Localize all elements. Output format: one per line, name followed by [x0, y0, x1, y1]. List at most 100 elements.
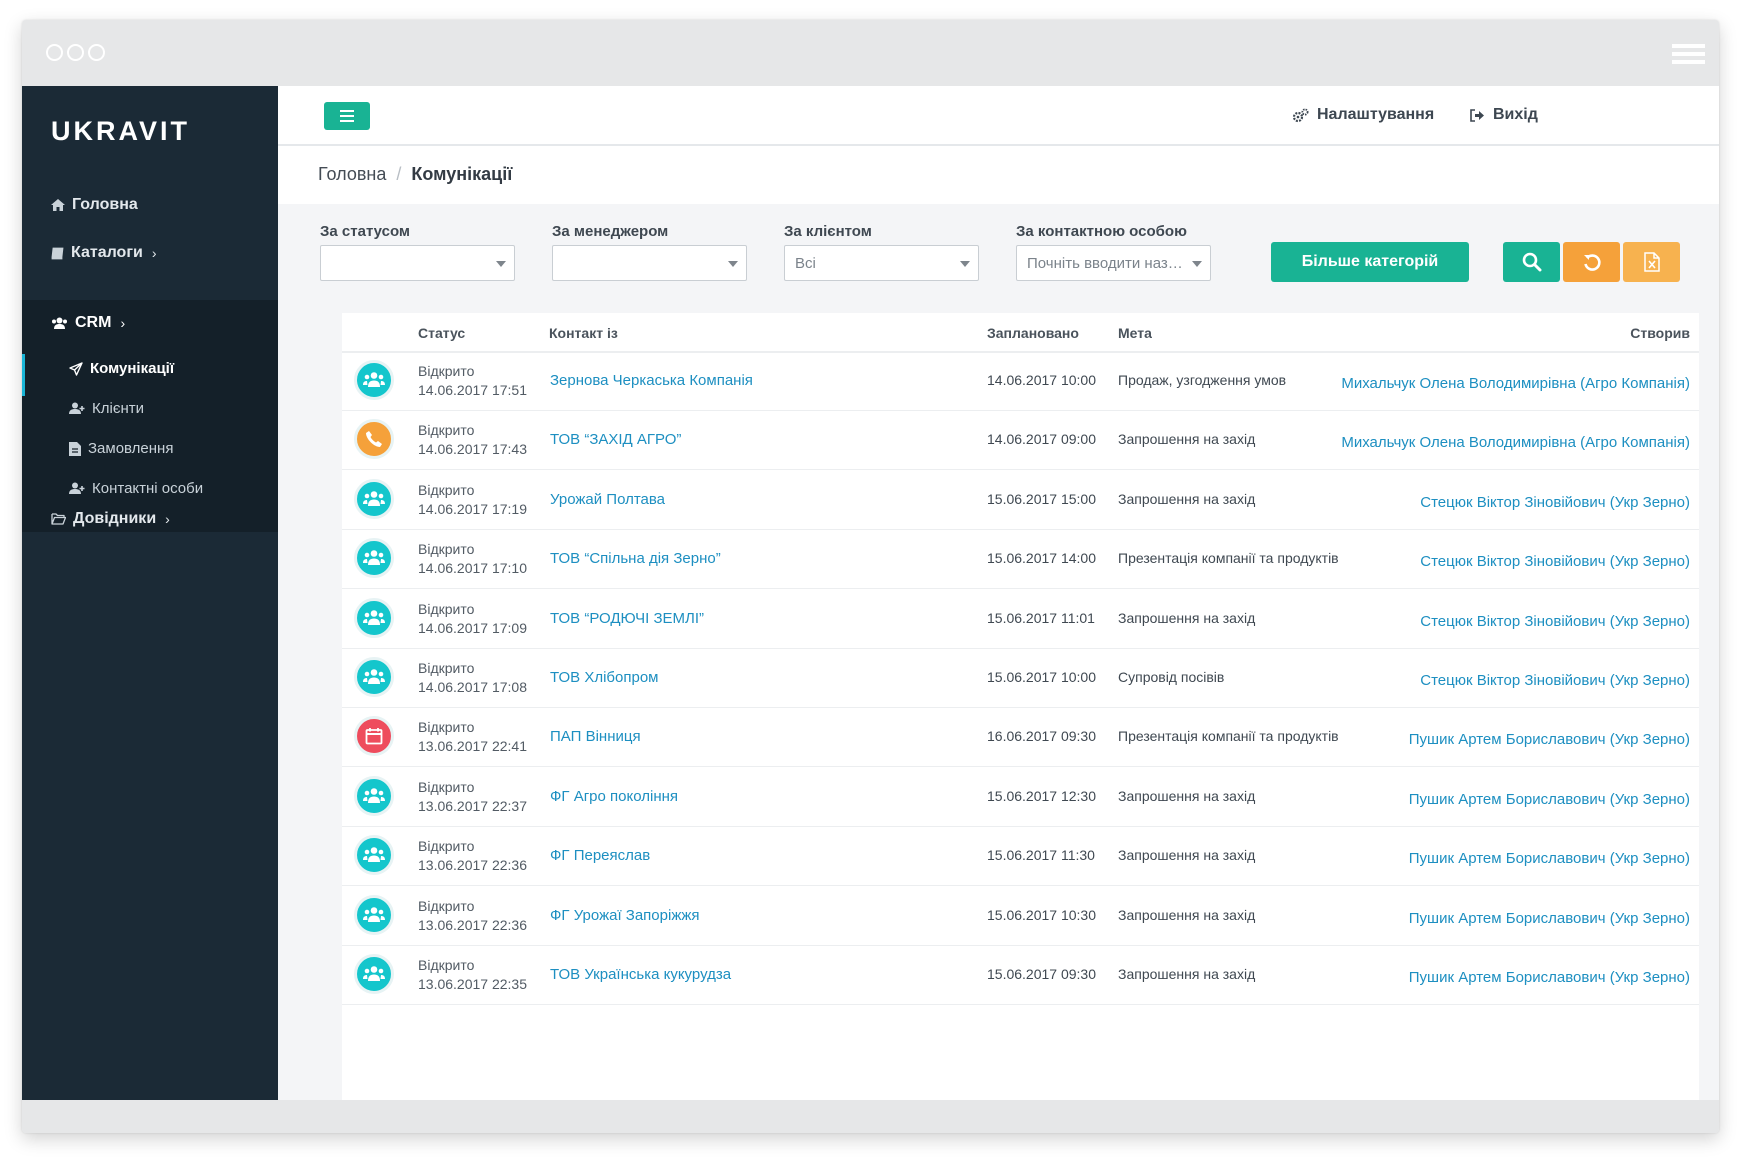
sidebar-item-references[interactable]: Довідники ›	[51, 510, 170, 528]
creator-link[interactable]: Пушик Артем Бориславович (Укр Зерно)	[1409, 969, 1690, 986]
group-icon	[354, 597, 394, 638]
table-row[interactable]: Відкрито 14.06.2017 17:08 ТОВ Хлібопром 15.…	[342, 648, 1699, 708]
browser-window: UKRAVIT Головна Каталоги › CRM › Комунік…	[22, 20, 1719, 1133]
planned-datetime: 15.06.2017 15:00	[987, 490, 1096, 507]
created-datetime: 13.06.2017 22:41	[418, 738, 527, 755]
phone-icon	[354, 419, 394, 460]
table-row[interactable]: Відкрито 13.06.2017 22:36 ФГ Переяслав 15.0…	[342, 826, 1699, 887]
sidebar-item-clients[interactable]: Клієнти	[69, 400, 144, 417]
contact-link[interactable]: ТОВ Українська кукурудза	[550, 966, 731, 983]
table-row[interactable]: Відкрито 14.06.2017 17:51 Зернова Черкаськ…	[342, 351, 1699, 411]
goal-cell: Запрошення на захід	[1118, 490, 1256, 507]
contact-link[interactable]: ТОВ Хлібопром	[550, 669, 658, 686]
creator-link[interactable]: Стецюк Віктор Зіновійович (Укр Зерно)	[1420, 613, 1690, 630]
creator-link[interactable]: Стецюк Віктор Зіновійович (Укр Зерно)	[1420, 494, 1690, 511]
creator-link[interactable]: Стецюк Віктор Зіновійович (Укр Зерно)	[1420, 553, 1690, 570]
creator-link[interactable]: Стецюк Віктор Зіновійович (Укр Зерно)	[1420, 672, 1690, 689]
logout-link[interactable]: Вихід	[1470, 106, 1538, 124]
search-button[interactable]	[1503, 242, 1560, 282]
sidebar-item-communications[interactable]: Комунікації	[69, 360, 174, 377]
column-header-status[interactable]: Статус	[418, 325, 465, 341]
sidebar-item-crm[interactable]: CRM ›	[51, 314, 125, 332]
creator-link[interactable]: Михальчук Олена Володимирівна (Агро Комп…	[1341, 434, 1690, 451]
window-menu-icon[interactable]	[1672, 44, 1705, 68]
sidebar-item-contacts[interactable]: Контактні особи	[69, 480, 203, 497]
more-categories-button[interactable]: Більше категорій	[1271, 242, 1469, 282]
client-filter-select[interactable]: Всі	[784, 245, 979, 281]
page-title: Комунікації	[411, 164, 513, 184]
sidebar-item-home[interactable]: Головна	[51, 196, 138, 214]
created-datetime: 13.06.2017 22:37	[418, 797, 527, 814]
goal-cell: Запрошення на захід	[1118, 966, 1256, 982]
reset-button[interactable]	[1563, 242, 1620, 282]
goal-cell: Запрошення на захід	[1118, 431, 1256, 448]
contact-link[interactable]: Зернова Черкаська Компанія	[550, 372, 753, 389]
table-row[interactable]: Відкрито 14.06.2017 17:19 Урожай Полтава 15…	[342, 470, 1699, 530]
creator-link[interactable]: Пушик Артем Бориславович (Укр Зерно)	[1409, 910, 1690, 927]
sidebar-item-label: Клієнти	[92, 400, 145, 417]
created-datetime: 14.06.2017 17:51	[418, 382, 527, 398]
goal-cell: Презентація компанії та продуктів	[1118, 550, 1339, 567]
minimize-window-dot[interactable]	[67, 44, 84, 61]
communications-table: Статус Контакт із Заплановано Мета Створ…	[342, 313, 1699, 1133]
active-indicator	[22, 354, 25, 396]
export-excel-button[interactable]	[1623, 242, 1680, 282]
contact-link[interactable]: ТОВ “ЗАХІД АГРО”	[550, 431, 681, 448]
status-cell: Відкрито 14.06.2017 17:43	[418, 421, 527, 459]
contact-link[interactable]: ФГ Агро покоління	[550, 788, 678, 805]
table-row[interactable]: Відкрито 13.06.2017 22:37 ФГ Агро поколінн…	[342, 767, 1699, 827]
group-icon	[354, 360, 394, 400]
group-icon	[354, 478, 394, 519]
column-header-planned[interactable]: Заплановано	[987, 325, 1079, 341]
close-window-dot[interactable]	[46, 44, 63, 61]
table-row[interactable]: Відкрито 13.06.2017 22:35 ТОВ Українська к…	[342, 945, 1699, 1005]
contact-link[interactable]: Урожай Полтава	[550, 491, 665, 508]
status-cell: Відкрито 13.06.2017 22:41	[418, 718, 527, 756]
sidebar-item-orders[interactable]: Замовлення	[69, 440, 173, 457]
status-filter-select[interactable]	[320, 245, 515, 281]
goal-cell: Запрошення на захід	[1118, 609, 1256, 626]
creator-link[interactable]: Пушик Артем Бориславович (Укр Зерно)	[1409, 791, 1690, 808]
creator-link[interactable]: Михальчук Олена Володимирівна (Агро Комп…	[1341, 375, 1690, 392]
creator-link[interactable]: Пушик Артем Бориславович (Укр Зерно)	[1409, 850, 1690, 867]
table-row[interactable]: Відкрито 14.06.2017 17:10 ТОВ “Спільна дія…	[342, 529, 1699, 590]
column-header-creator[interactable]: Створив	[1630, 325, 1690, 341]
contact-link[interactable]: ФГ Переяслав	[550, 847, 650, 864]
sidebar-item-label: Замовлення	[88, 440, 174, 457]
contact-link[interactable]: ФГ Урожаї Запоріжжя	[550, 907, 700, 924]
goal-cell: Запрошення на захід	[1118, 847, 1256, 864]
table-row[interactable]: Відкрито 14.06.2017 17:09 ТОВ “РОДЮЧІ ЗЕМЛ…	[342, 589, 1699, 649]
toggle-sidebar-button[interactable]	[324, 102, 370, 130]
maximize-window-dot[interactable]	[88, 44, 105, 61]
status-label: Відкрито	[418, 600, 475, 617]
sign-out-icon	[1470, 108, 1484, 122]
chevron-right-icon: ›	[165, 511, 170, 527]
planned-datetime: 15.06.2017 09:30	[987, 966, 1096, 982]
column-header-goal[interactable]: Мета	[1118, 325, 1152, 341]
breadcrumb: Головна / Комунікації	[318, 164, 512, 185]
status-filter-label: За статусом	[320, 223, 411, 240]
planned-datetime: 14.06.2017 10:00	[987, 372, 1096, 388]
column-header-contact[interactable]: Контакт із	[549, 325, 618, 341]
breadcrumb-home[interactable]: Головна	[318, 164, 386, 184]
table-row[interactable]: Відкрито 13.06.2017 22:36 ФГ Урожаї Запорі…	[342, 886, 1699, 946]
created-datetime: 14.06.2017 17:09	[418, 619, 527, 636]
status-label: Відкрито	[418, 778, 475, 795]
settings-link[interactable]: Налаштування	[1292, 106, 1434, 124]
client-filter-value: Всі	[795, 255, 816, 272]
created-datetime: 14.06.2017 17:10	[418, 560, 527, 577]
creator-link[interactable]: Пушик Артем Бориславович (Укр Зерно)	[1409, 731, 1690, 748]
status-label: Відкрито	[418, 957, 475, 973]
contact-filter-input[interactable]: Почніть вводити назв...	[1016, 245, 1211, 281]
sidebar-item-catalogs[interactable]: Каталоги ›	[51, 244, 157, 262]
table-row[interactable]: Відкрито 14.06.2017 17:43 ТОВ “ЗАХІД АГРО”…	[342, 410, 1699, 471]
table-row[interactable]: Відкрито 13.06.2017 22:41 ПАП Вінниця 16.06…	[342, 707, 1699, 768]
planned-datetime: 15.06.2017 10:30	[987, 906, 1096, 923]
contact-link[interactable]: ТОВ “РОДЮЧІ ЗЕМЛІ”	[550, 610, 704, 627]
planned-datetime: 16.06.2017 09:30	[987, 728, 1096, 745]
contact-link[interactable]: ПАП Вінниця	[550, 728, 641, 745]
caret-down-icon	[728, 261, 738, 267]
planned-datetime: 15.06.2017 10:00	[987, 669, 1096, 685]
contact-link[interactable]: ТОВ “Спільна дія Зерно”	[550, 550, 721, 567]
manager-filter-select[interactable]	[552, 245, 747, 281]
